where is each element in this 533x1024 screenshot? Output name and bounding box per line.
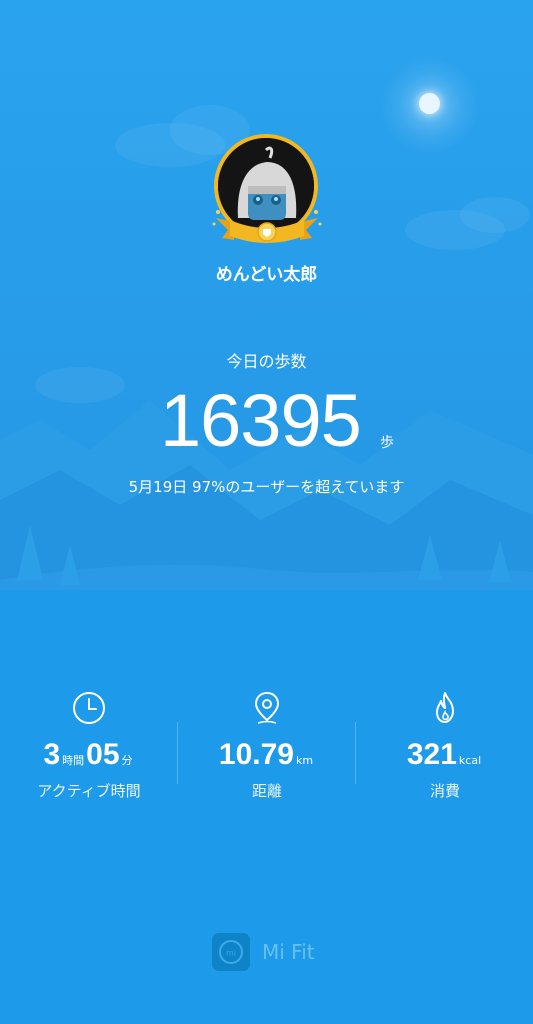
active-hours-unit: 時間	[62, 754, 85, 767]
calories-value: 321	[406, 738, 457, 771]
badge-ribbon	[212, 210, 322, 243]
active-hours: 3	[43, 738, 61, 771]
sun-icon	[419, 93, 440, 114]
distance-unit: km	[295, 754, 314, 767]
active-time-stat[interactable]: 3 時間05 分 アクティブ時間	[0, 690, 178, 801]
distance-value: 10.79	[218, 738, 294, 771]
brand-name: Mi Fit	[262, 940, 315, 964]
calories-label: 消費	[429, 782, 460, 800]
steps-unit: 歩	[380, 435, 394, 451]
svg-text:mi: mi	[226, 949, 236, 958]
steps-comparison: 5月19日 97%のユーザーを超えています	[128, 478, 405, 496]
flame-icon	[436, 692, 454, 723]
steps-count[interactable]: 16395	[160, 378, 362, 463]
mi-logo-icon: mi	[212, 933, 250, 971]
active-minutes: 05	[86, 738, 120, 771]
active-time-label: アクティブ時間	[37, 782, 141, 800]
calories-stat[interactable]: 321 kcal 消費	[356, 690, 533, 801]
distance-stat[interactable]: 10.79 km 距離	[178, 690, 356, 801]
active-minutes-unit: 分	[121, 754, 133, 767]
profile-avatar[interactable]	[212, 132, 322, 247]
location-pin-icon	[254, 691, 280, 724]
steps-label: 今日の歩数	[226, 352, 307, 371]
username: めんどい太郎	[215, 265, 318, 285]
brand-footer: mi Mi Fit	[212, 932, 315, 972]
calories-unit: kcal	[458, 754, 482, 767]
clock-icon	[73, 692, 105, 724]
distance-label: 距離	[251, 782, 282, 800]
